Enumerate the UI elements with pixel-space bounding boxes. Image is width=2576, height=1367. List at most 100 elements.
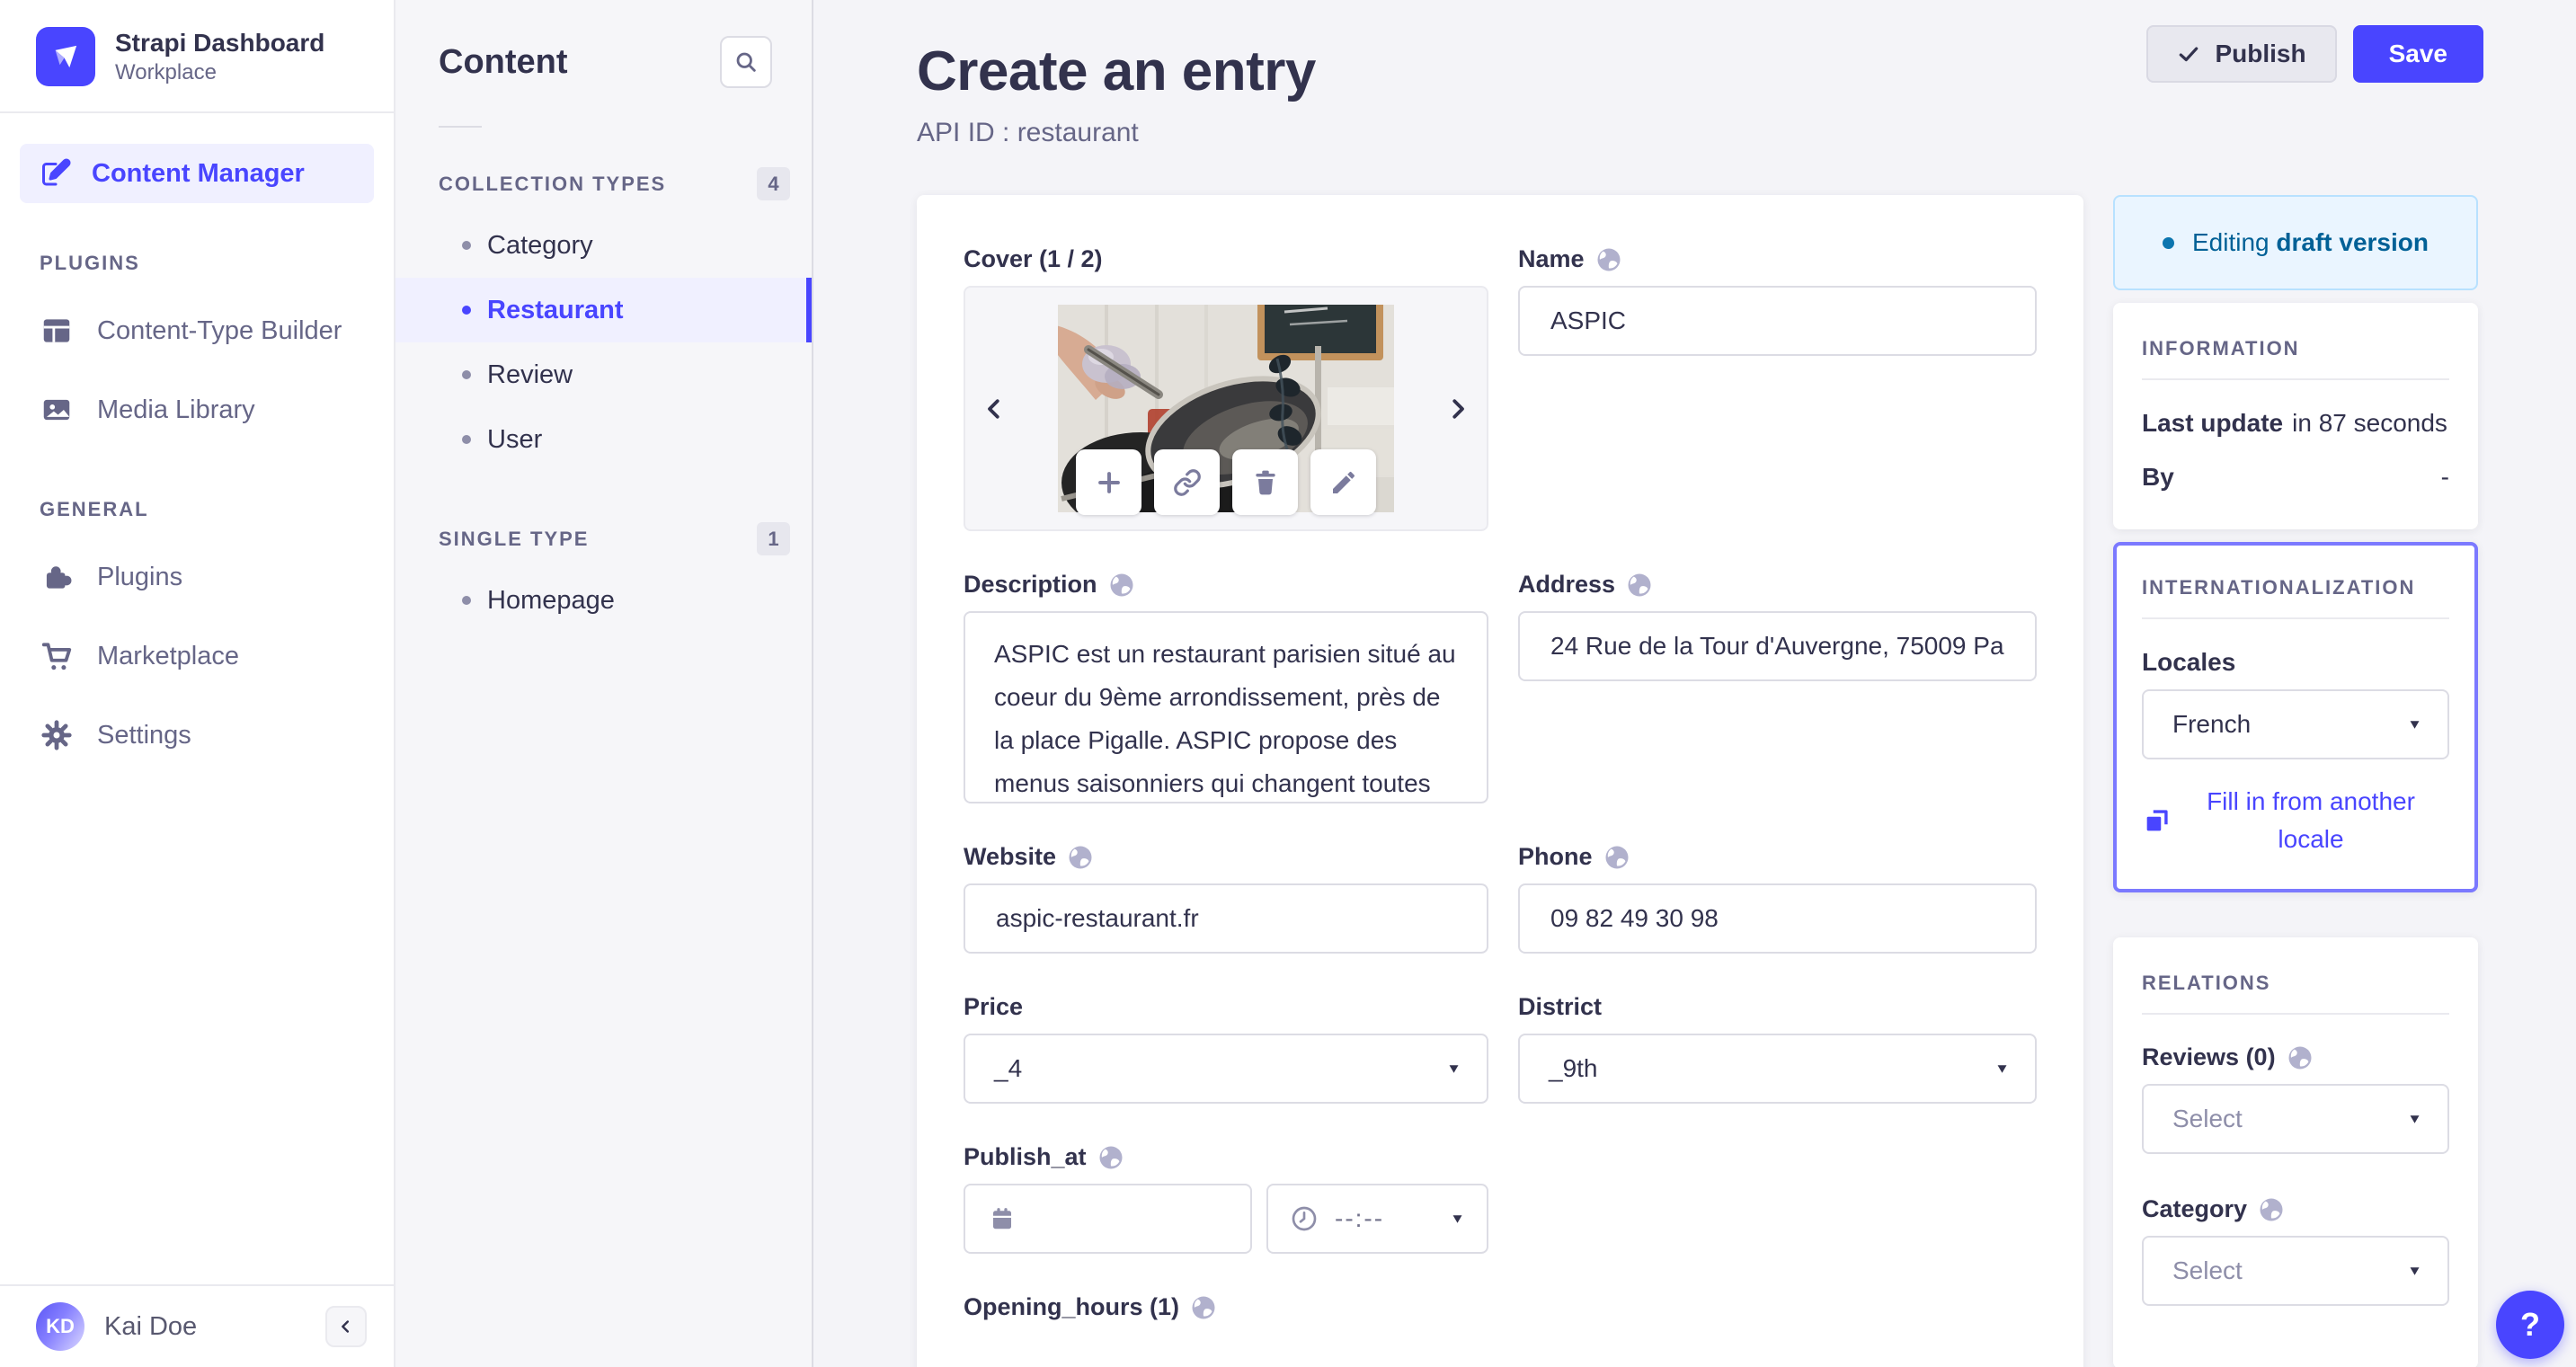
sidebar-item-label: Content-Type Builder bbox=[97, 315, 342, 345]
website-label: Website bbox=[964, 843, 1488, 871]
category-select[interactable]: Select ▼ bbox=[2142, 1236, 2449, 1306]
divider bbox=[2142, 378, 2449, 380]
sidebar-item-media-library[interactable]: Media Library bbox=[0, 370, 394, 449]
globe-icon bbox=[2287, 1044, 2314, 1071]
publish-button[interactable]: Publish bbox=[2146, 25, 2337, 83]
section-label: GENERAL bbox=[40, 498, 149, 521]
entry-side-panel: Editing draft version INFORMATION Last u… bbox=[2113, 195, 2478, 1367]
district-select[interactable]: _9th ▼ bbox=[1518, 1034, 2037, 1104]
price-select[interactable]: _4 ▼ bbox=[964, 1034, 1488, 1104]
subnav-item-category[interactable]: Category bbox=[395, 213, 812, 278]
field-reviews: Reviews (0) Select ▼ bbox=[2142, 1043, 2449, 1154]
divider bbox=[0, 111, 394, 114]
chevron-left-icon bbox=[336, 1317, 356, 1336]
bullet-icon bbox=[462, 596, 471, 605]
phone-input[interactable] bbox=[1518, 883, 2037, 954]
subnav-item-label: Category bbox=[487, 230, 593, 260]
edit-asset-button[interactable] bbox=[1310, 449, 1376, 515]
price-label: Price bbox=[964, 993, 1024, 1020]
sidebar-item-content-manager[interactable]: Content Manager bbox=[20, 144, 374, 204]
section-label: PLUGINS bbox=[40, 252, 140, 275]
sidebar-section-plugins: PLUGINS Content-Type Builder Media Libra… bbox=[0, 252, 394, 449]
publish-at-time-input[interactable]: --:-- ▼ bbox=[1266, 1184, 1488, 1254]
strapi-logo-icon bbox=[36, 27, 95, 87]
field-website: Website bbox=[964, 843, 1488, 954]
sidebar-item-label: Plugins bbox=[97, 562, 183, 591]
copy-link-button[interactable] bbox=[1154, 449, 1220, 515]
website-input[interactable] bbox=[964, 883, 1488, 954]
sidebar-item-settings[interactable]: Settings bbox=[0, 696, 394, 775]
help-button[interactable]: ? bbox=[2496, 1291, 2564, 1359]
information-card: INFORMATION Last update in 87 seconds By… bbox=[2113, 303, 2478, 529]
bullet-icon bbox=[462, 306, 471, 315]
collapse-sidebar-button[interactable] bbox=[325, 1306, 367, 1347]
relations-title: RELATIONS bbox=[2142, 972, 2271, 994]
time-placeholder: --:-- bbox=[1335, 1204, 1385, 1232]
api-id-subtitle: API ID : restaurant bbox=[917, 118, 1139, 147]
chevron-down-icon: ▼ bbox=[2407, 716, 2422, 732]
reviews-label: Reviews (0) bbox=[2142, 1043, 2449, 1071]
globe-icon bbox=[1067, 844, 1094, 871]
workspace-subtitle: Workplace bbox=[115, 60, 217, 84]
subnav-item-review[interactable]: Review bbox=[395, 342, 812, 407]
last-update-row: Last update in 87 seconds bbox=[2142, 409, 2447, 437]
locales-select[interactable]: French ▼ bbox=[2142, 689, 2449, 759]
delete-asset-button[interactable] bbox=[1232, 449, 1298, 515]
sidebar-item-label: Content Manager bbox=[92, 158, 305, 188]
field-publish-at: Publish_at --:-- ▼ bbox=[964, 1143, 1488, 1254]
field-name: Name bbox=[1518, 245, 2037, 356]
carousel-prev-button[interactable] bbox=[969, 288, 1019, 529]
globe-icon bbox=[2258, 1196, 2285, 1223]
publish-at-label: Publish_at bbox=[964, 1143, 1488, 1171]
opening-hours-label: Opening_hours (1) bbox=[964, 1293, 1488, 1321]
workspace-title: Strapi Dashboard bbox=[115, 29, 325, 57]
avatar[interactable]: KD bbox=[36, 1302, 84, 1351]
sidebar-item-label: Marketplace bbox=[97, 641, 239, 670]
search-icon bbox=[733, 49, 759, 75]
field-description: Description ASPIC est un restaurant pari… bbox=[964, 571, 1488, 803]
content-sub-sidebar: Content COLLECTION TYPES 4 Category Rest… bbox=[395, 0, 813, 1367]
chevron-down-icon: ▼ bbox=[2407, 1263, 2422, 1278]
subnav-item-label: User bbox=[487, 424, 543, 454]
carousel-next-button[interactable] bbox=[1433, 288, 1483, 529]
plugins-icon bbox=[40, 560, 74, 594]
subnav-item-user[interactable]: User bbox=[395, 407, 812, 472]
chevron-down-icon: ▼ bbox=[1994, 1061, 2010, 1076]
collection-types-count-badge: 4 bbox=[757, 167, 790, 200]
address-input[interactable] bbox=[1518, 611, 2037, 681]
subnav-title: Content bbox=[439, 42, 568, 81]
sidebar-footer: KD Kai Doe bbox=[0, 1284, 394, 1367]
sidebar-item-marketplace[interactable]: Marketplace bbox=[0, 617, 394, 696]
sidebar-item-label: Media Library bbox=[97, 395, 255, 424]
save-button[interactable]: Save bbox=[2352, 25, 2483, 83]
description-label: Description bbox=[964, 571, 1488, 599]
subnav-item-label: Review bbox=[487, 360, 573, 389]
workspace-brand[interactable]: Strapi Dashboard Workplace bbox=[0, 0, 394, 111]
content-manager-icon bbox=[40, 157, 72, 190]
main-sidebar: Strapi Dashboard Workplace Content Manag… bbox=[0, 0, 395, 1367]
sidebar-item-plugins[interactable]: Plugins bbox=[0, 537, 394, 617]
bullet-icon bbox=[462, 370, 471, 379]
entry-form-card: Cover (1 / 2) Name ASPIC Description ASP… bbox=[917, 195, 2083, 1367]
district-label: District bbox=[1518, 993, 1603, 1020]
add-asset-button[interactable] bbox=[1076, 449, 1141, 515]
field-price: Price _4 ▼ bbox=[964, 993, 1488, 1104]
name-input[interactable] bbox=[1518, 286, 2037, 356]
fill-from-locale-link[interactable]: Fill in from another locale bbox=[2142, 783, 2449, 858]
link-icon bbox=[1173, 468, 1201, 496]
chevron-right-icon bbox=[1452, 398, 1464, 419]
pencil-icon bbox=[1332, 471, 1355, 493]
draft-status-banner: Editing draft version bbox=[2113, 195, 2478, 290]
reviews-select[interactable]: Select ▼ bbox=[2142, 1084, 2449, 1154]
group-label: SINGLE TYPE bbox=[439, 527, 590, 550]
publish-at-date-input[interactable] bbox=[964, 1184, 1252, 1254]
subnav-item-restaurant[interactable]: Restaurant bbox=[395, 278, 812, 342]
field-phone: Phone bbox=[1518, 843, 2037, 954]
by-row: By - bbox=[2142, 463, 2449, 491]
divider bbox=[2142, 617, 2449, 619]
marketplace-icon bbox=[40, 639, 74, 673]
search-button[interactable] bbox=[720, 36, 772, 88]
sidebar-item-content-type-builder[interactable]: Content-Type Builder bbox=[0, 291, 394, 370]
subnav-item-homepage[interactable]: Homepage bbox=[395, 568, 812, 633]
description-textarea[interactable]: ASPIC est un restaurant parisien situé a… bbox=[964, 611, 1488, 803]
